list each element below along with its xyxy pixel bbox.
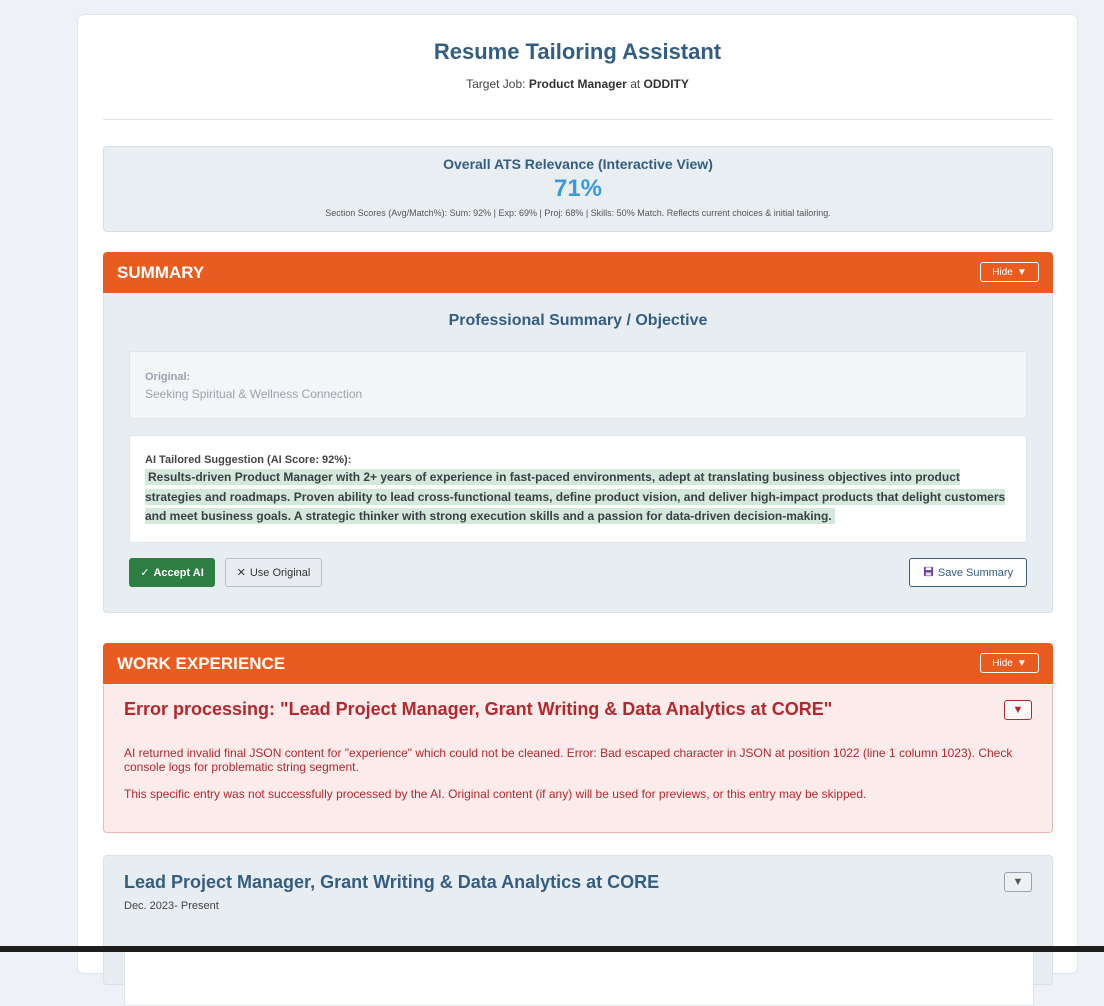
triangle-down-icon: ▼	[1016, 266, 1027, 278]
ai-suggestion-label: AI Tailored Suggestion (AI Score: 92%):	[145, 454, 352, 466]
header-divider	[103, 119, 1053, 120]
ai-suggestion-box: AI Tailored Suggestion (AI Score: 92%): …	[129, 435, 1027, 543]
main-card: Resume Tailoring Assistant Target Job: P…	[77, 14, 1078, 1006]
experience-header: WORK EXPERIENCE Hide ▼	[103, 643, 1053, 684]
save-icon	[923, 566, 934, 580]
experience-header-label: WORK EXPERIENCE	[117, 654, 286, 673]
ai-suggestion-text-wrap: Results-driven Product Manager with 2+ y…	[145, 468, 1015, 527]
original-text: Seeking Spiritual & Wellness Connection	[145, 387, 363, 401]
hide-label: Hide	[992, 266, 1013, 278]
summary-subtitle: Professional Summary / Objective	[448, 312, 708, 329]
target-prefix: Target Job:	[466, 77, 526, 91]
entry-dates: Dec. 2023- Present	[124, 900, 219, 912]
error-box: Error processing: "Lead Project Manager,…	[103, 685, 1053, 833]
ats-title: Overall ATS Relevance (Interactive View)	[443, 156, 713, 172]
ats-panel: Overall ATS Relevance (Interactive View)…	[103, 146, 1053, 232]
check-icon: ✓	[140, 567, 150, 579]
original-label: Original:	[145, 371, 191, 383]
target-company: ODDITY	[643, 77, 689, 91]
entry-content-box	[124, 946, 1034, 1006]
summary-body: Professional Summary / Objective Origina…	[103, 293, 1053, 613]
ats-percent: 71%	[553, 175, 603, 202]
x-icon: ✕	[236, 567, 246, 579]
target-job: Target Job: Product Manager at ODDITY	[78, 77, 1077, 91]
use-original-button[interactable]: ✕ Use Original	[225, 558, 322, 587]
error-message-secondary: This specific entry was not successfully…	[124, 787, 867, 801]
use-original-label: Use Original	[249, 566, 311, 579]
save-summary-button[interactable]: Save Summary	[909, 558, 1027, 587]
triangle-down-icon: ▼	[1016, 657, 1027, 669]
error-title: Error processing: "Lead Project Manager,…	[124, 699, 833, 719]
triangle-down-icon: ▼	[1012, 876, 1024, 888]
save-label: Save Summary	[937, 566, 1014, 579]
triangle-down-icon: ▼	[1012, 704, 1024, 716]
error-toggle-button[interactable]: ▼	[1004, 700, 1032, 720]
summary-hide-button[interactable]: Hide ▼	[980, 262, 1039, 282]
page-title: Resume Tailoring Assistant	[433, 39, 722, 64]
ai-suggestion-text: Results-driven Product Manager with 2+ y…	[145, 469, 1006, 524]
accept-ai-button[interactable]: ✓ Accept AI	[129, 558, 215, 587]
experience-hide-button[interactable]: Hide ▼	[980, 653, 1039, 673]
ats-details: Section Scores (Avg/Match%): Sum: 92% | …	[325, 208, 831, 218]
window-bottom-edge	[0, 946, 1104, 952]
error-message: AI returned invalid final JSON content f…	[124, 746, 1013, 774]
entry-toggle-button[interactable]: ▼	[1004, 872, 1032, 892]
target-role: Product Manager	[528, 77, 627, 91]
summary-header-label: SUMMARY	[117, 263, 205, 282]
summary-header: SUMMARY Hide ▼	[103, 252, 1053, 293]
target-at: at	[630, 77, 641, 91]
hide-label: Hide	[992, 657, 1013, 669]
experience-entry: Lead Project Manager, Grant Writing & Da…	[103, 855, 1053, 1006]
original-summary-box: Original: Seeking Spiritual & Wellness C…	[129, 351, 1027, 419]
entry-title: Lead Project Manager, Grant Writing & Da…	[124, 872, 660, 892]
accept-label: Accept AI	[153, 566, 204, 579]
